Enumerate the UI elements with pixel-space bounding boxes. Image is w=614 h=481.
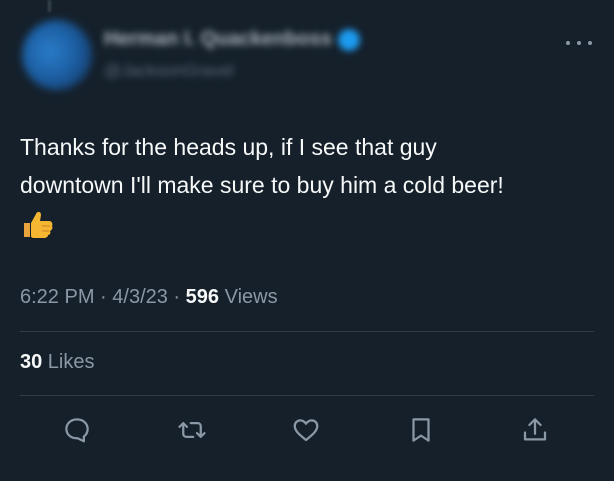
thumbs-up-emoji: [20, 206, 600, 244]
retweet-button[interactable]: [174, 412, 210, 448]
likes-count[interactable]: 30: [20, 351, 42, 373]
tweet-text: Thanks for the heads up, if I see that g…: [20, 128, 600, 244]
like-icon: [293, 419, 319, 442]
retweet-icon: [178, 422, 206, 438]
share-button[interactable]: [517, 412, 553, 448]
likes-stat[interactable]: 30 Likes: [20, 351, 95, 374]
tweet-header: Herman I. Quackenboss @JacksonGravel: [20, 18, 594, 94]
views-label[interactable]: Views: [219, 286, 278, 308]
avatar[interactable]: [22, 20, 92, 90]
tweet-text-line-1: Thanks for the heads up, if I see that g…: [20, 134, 437, 160]
author-display-name[interactable]: Herman I. Quackenboss: [104, 28, 332, 51]
tweet-meta: 6:22 PM · 4/3/23 · 596 Views: [20, 286, 278, 309]
meta-separator: ·: [94, 286, 113, 308]
thread-line: [48, 0, 51, 12]
action-bar: [0, 412, 614, 448]
bookmark-icon: [412, 418, 430, 442]
reply-icon: [65, 418, 89, 443]
tweet-time[interactable]: 6:22 PM: [20, 286, 94, 308]
divider: [20, 395, 594, 396]
author-block[interactable]: Herman I. Quackenboss @JacksonGravel: [104, 28, 360, 81]
thumbs-up-icon: [24, 211, 53, 238]
views-count[interactable]: 596: [186, 286, 219, 308]
tweet-text-line-2: downtown I'll make sure to buy him a col…: [20, 172, 504, 198]
like-button[interactable]: [288, 412, 324, 448]
reply-button[interactable]: [59, 412, 95, 448]
share-icon: [523, 418, 547, 441]
more-options-icon[interactable]: [566, 38, 592, 48]
tweet: Herman I. Quackenboss @JacksonGravel Tha…: [0, 0, 614, 481]
divider: [20, 331, 594, 332]
author-handle[interactable]: @JacksonGravel: [104, 61, 360, 81]
tweet-date[interactable]: 4/3/23: [112, 286, 168, 308]
bookmark-button[interactable]: [403, 412, 439, 448]
likes-label[interactable]: Likes: [42, 351, 95, 373]
meta-separator: ·: [167, 286, 186, 308]
verified-icon: [337, 28, 360, 51]
